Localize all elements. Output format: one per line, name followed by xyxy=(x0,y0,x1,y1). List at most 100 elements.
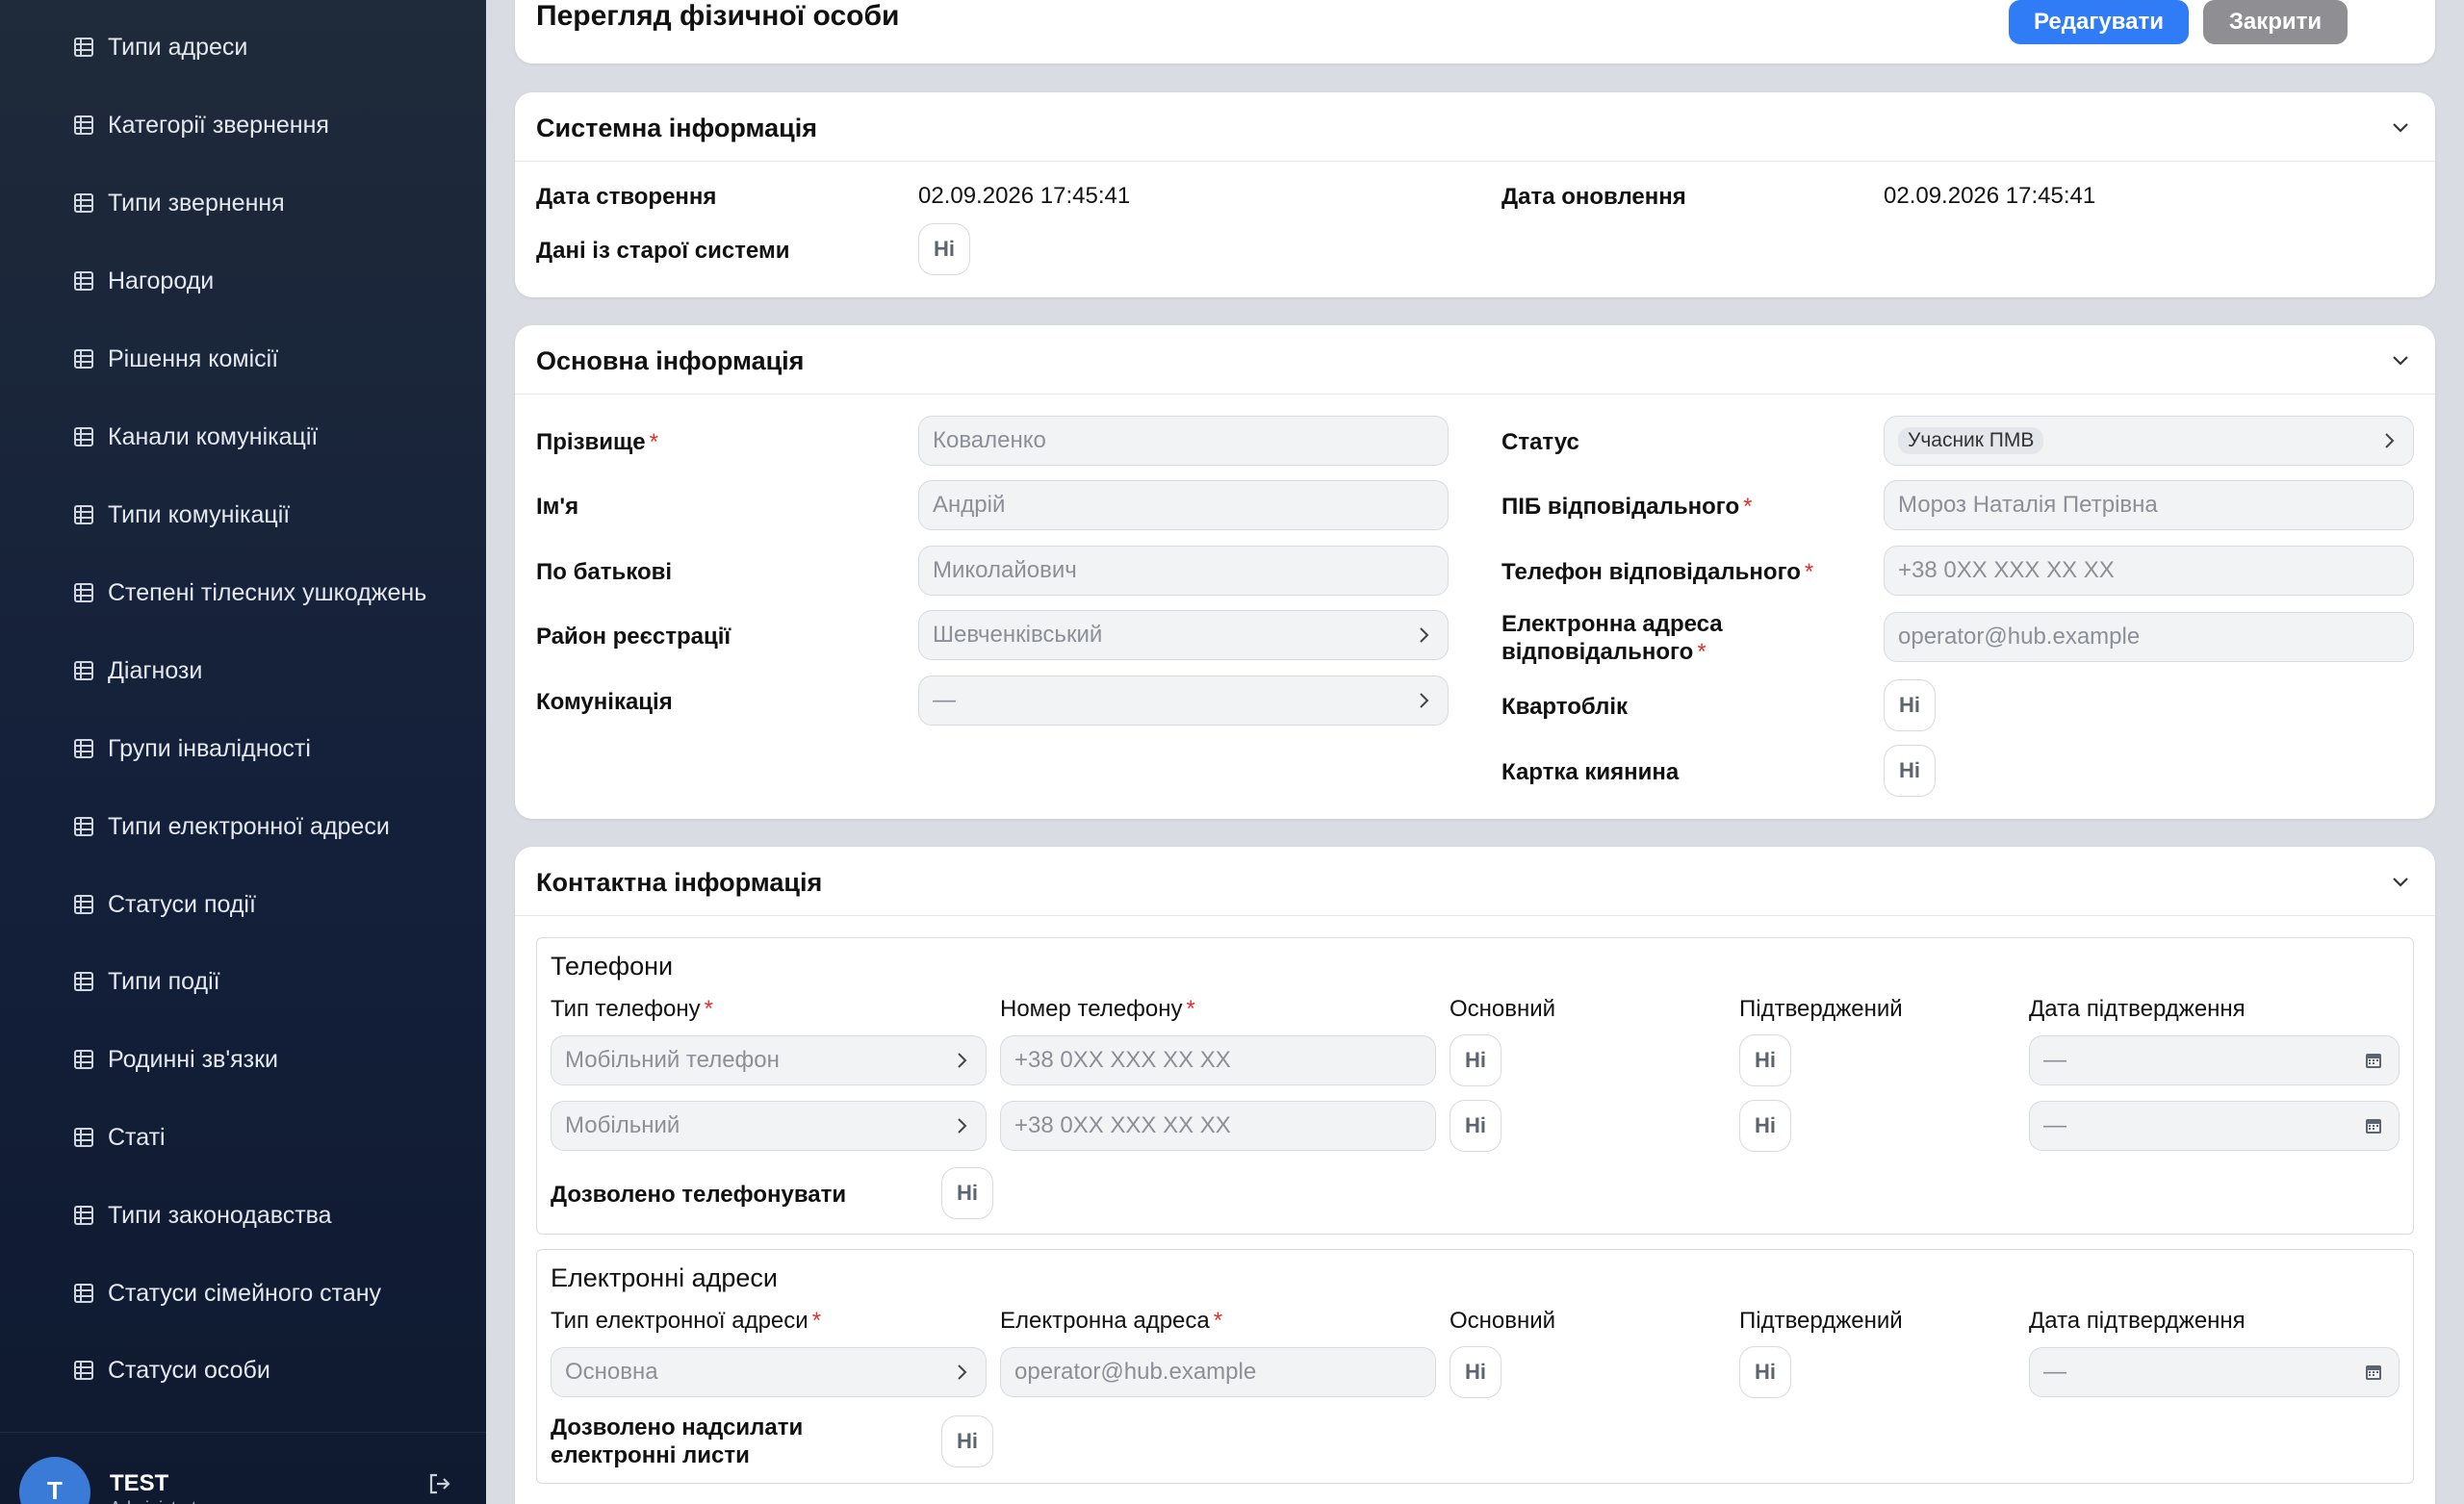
calendar-icon[interactable] xyxy=(2364,1363,2383,1382)
phone-confirm-date-field[interactable]: — xyxy=(2029,1035,2400,1085)
sidebar-item-awards[interactable]: Нагороди xyxy=(73,262,214,300)
name-field[interactable]: Андрій xyxy=(918,480,1449,530)
sidebar-item-event-statuses[interactable]: Статуси події xyxy=(73,885,256,924)
phone-main-toggle[interactable]: Ні xyxy=(1450,1034,1502,1086)
phone-confirmed-toggle[interactable]: Ні xyxy=(1739,1034,1791,1086)
legacy-data-toggle[interactable]: Ні xyxy=(918,223,970,275)
sidebar-item-person-statuses[interactable]: Статуси особи xyxy=(73,1351,270,1389)
close-button[interactable]: Закрити xyxy=(2203,0,2348,44)
email-main-toggle[interactable]: Ні xyxy=(1450,1346,1502,1398)
table-icon xyxy=(74,1361,93,1380)
sidebar-item-request-categories[interactable]: Категорії звернення xyxy=(73,106,329,144)
sidebar-item-diagnoses[interactable]: Діагнози xyxy=(73,651,202,690)
email-confirm-date-field[interactable]: — xyxy=(2029,1347,2400,1397)
sidebar-item-commission-decisions[interactable]: Рішення комісії xyxy=(73,340,278,378)
phone-number-field[interactable]: +38 0XX XXX XX XX xyxy=(1000,1101,1436,1151)
status-select[interactable]: Учасник ПМВ xyxy=(1884,416,2414,466)
district-select[interactable]: Шевченківський xyxy=(918,610,1449,660)
section-header[interactable]: Основна інформація xyxy=(515,325,2435,395)
phone-type-value: Мобільний xyxy=(565,1112,680,1138)
email-type-select[interactable]: Основна xyxy=(551,1347,987,1397)
email-confirmed-header: Підтверджений xyxy=(1739,1308,1903,1334)
sidebar-item-request-types[interactable]: Типи звернення xyxy=(73,184,285,222)
logout-icon[interactable] xyxy=(425,1469,454,1498)
responsible-field[interactable]: Мороз Наталія Петрівна xyxy=(1884,480,2414,530)
updated-date-value: 02.09.2026 17:45:41 xyxy=(1884,183,2096,209)
table-icon xyxy=(74,115,93,135)
sidebar-item-label: Статі xyxy=(108,1123,166,1151)
housing-toggle[interactable]: Ні xyxy=(1884,679,1936,731)
email-confirmed-toggle[interactable]: Ні xyxy=(1739,1346,1791,1398)
patronymic-field[interactable]: Миколайович xyxy=(918,546,1449,596)
sidebar-item-injury-degrees[interactable]: Степені тілесних ушкоджень xyxy=(73,574,426,612)
phone-main-toggle[interactable]: Ні xyxy=(1450,1100,1502,1152)
table-icon xyxy=(74,1284,93,1303)
sidebar-item-label: Діагнози xyxy=(108,656,203,684)
section-title: Системна інформація xyxy=(536,114,817,142)
phone-confirm-date-value: — xyxy=(2043,1047,2066,1073)
sidebar-item-label: Типи законодавства xyxy=(108,1201,332,1229)
surname-field[interactable]: Коваленко xyxy=(918,416,1449,466)
user-name: TEST xyxy=(110,1470,169,1496)
page-title: Перегляд фізичної особи xyxy=(536,0,900,32)
phone-confirmed-header: Підтверджений xyxy=(1739,996,1903,1022)
allow-call-toggle[interactable]: Ні xyxy=(941,1167,993,1219)
sidebar-item-communication-channels[interactable]: Канали комунікації xyxy=(73,418,318,456)
responsible-phone-field[interactable]: +38 0XX XXX XX XX xyxy=(1884,546,2414,596)
section-header[interactable]: Контактна інформація xyxy=(515,847,2435,916)
sidebar-item-event-types[interactable]: Типи події xyxy=(73,962,220,1001)
chevron-down-icon[interactable] xyxy=(2389,115,2412,139)
table-icon xyxy=(74,349,93,369)
table-icon xyxy=(74,661,93,680)
chevron-right-icon xyxy=(958,1053,967,1068)
sidebar-item-legislation-types[interactable]: Типи законодавства xyxy=(73,1196,332,1235)
sidebar-item-label: Родинні зв'язки xyxy=(108,1045,279,1073)
communication-label: Комунікація xyxy=(536,689,673,715)
table-icon xyxy=(74,427,93,446)
communication-select[interactable]: — xyxy=(918,676,1449,726)
table-icon xyxy=(74,972,93,991)
allow-call-label: Дозволено телефонувати xyxy=(551,1182,847,1208)
sidebar-item-label: Статуси сімейного стану xyxy=(108,1279,382,1307)
phone-type-select[interactable]: Мобільний xyxy=(551,1101,987,1151)
patronymic-label: По батькові xyxy=(536,559,673,585)
responsible-email-field[interactable]: operator@hub.example xyxy=(1884,612,2414,662)
sidebar-item-genders[interactable]: Статі xyxy=(73,1118,166,1157)
sidebar-item-disability-groups[interactable]: Групи інвалідності xyxy=(73,729,311,768)
allow-email-toggle[interactable]: Ні xyxy=(941,1415,993,1467)
kyiv-card-label: Картка киянина xyxy=(1502,759,1680,785)
chevron-down-icon[interactable] xyxy=(2389,870,2412,893)
chevron-down-icon[interactable] xyxy=(2389,348,2412,371)
avatar[interactable]: T xyxy=(19,1457,90,1504)
housing-label: Квартоблік xyxy=(1502,694,1629,720)
sidebar-item-marital-statuses[interactable]: Статуси сімейного стану xyxy=(73,1274,381,1313)
phone-type-select[interactable]: Мобільний телефон xyxy=(551,1035,987,1085)
email-confirm-date-value: — xyxy=(2043,1359,2066,1385)
sidebar-item-email-types[interactable]: Типи електронної адреси xyxy=(73,807,390,846)
email-address-field[interactable]: operator@hub.example xyxy=(1000,1347,1436,1397)
sidebar-item-label: Групи інвалідності xyxy=(108,734,311,762)
sidebar-item-label: Типи адреси xyxy=(108,33,248,61)
main-content: Перегляд фізичної особи Редагувати Закри… xyxy=(486,0,2464,1504)
sidebar-item-label: Типи звернення xyxy=(108,189,285,217)
district-value: Шевченківський xyxy=(933,622,1103,648)
table-icon xyxy=(74,1206,93,1225)
edit-button[interactable]: Редагувати xyxy=(2009,0,2189,44)
phone-number-field[interactable]: +38 0XX XXX XX XX xyxy=(1000,1035,1436,1085)
table-icon xyxy=(74,895,93,914)
updated-date-label: Дата оновлення xyxy=(1502,184,1686,210)
phone-confirmed-toggle[interactable]: Ні xyxy=(1739,1100,1791,1152)
kyiv-card-toggle[interactable]: Ні xyxy=(1884,745,1936,797)
table-icon xyxy=(74,817,93,836)
sidebar-item-communication-types[interactable]: Типи комунікації xyxy=(73,496,290,534)
table-icon xyxy=(74,505,93,524)
section-title: Основна інформація xyxy=(536,346,805,375)
contact-info-section: Контактна інформація Телефони Тип телефо… xyxy=(515,847,2435,1504)
basic-info-section: Основна інформація Прізвище * Коваленко І… xyxy=(515,325,2435,819)
calendar-icon[interactable] xyxy=(2364,1116,2383,1135)
section-header[interactable]: Системна інформація xyxy=(515,92,2435,162)
sidebar-item-family-relations[interactable]: Родинні зв'язки xyxy=(73,1040,278,1079)
phone-confirm-date-field[interactable]: — xyxy=(2029,1101,2400,1151)
sidebar-item-address-types[interactable]: Типи адреси xyxy=(73,28,247,66)
calendar-icon[interactable] xyxy=(2364,1051,2383,1070)
